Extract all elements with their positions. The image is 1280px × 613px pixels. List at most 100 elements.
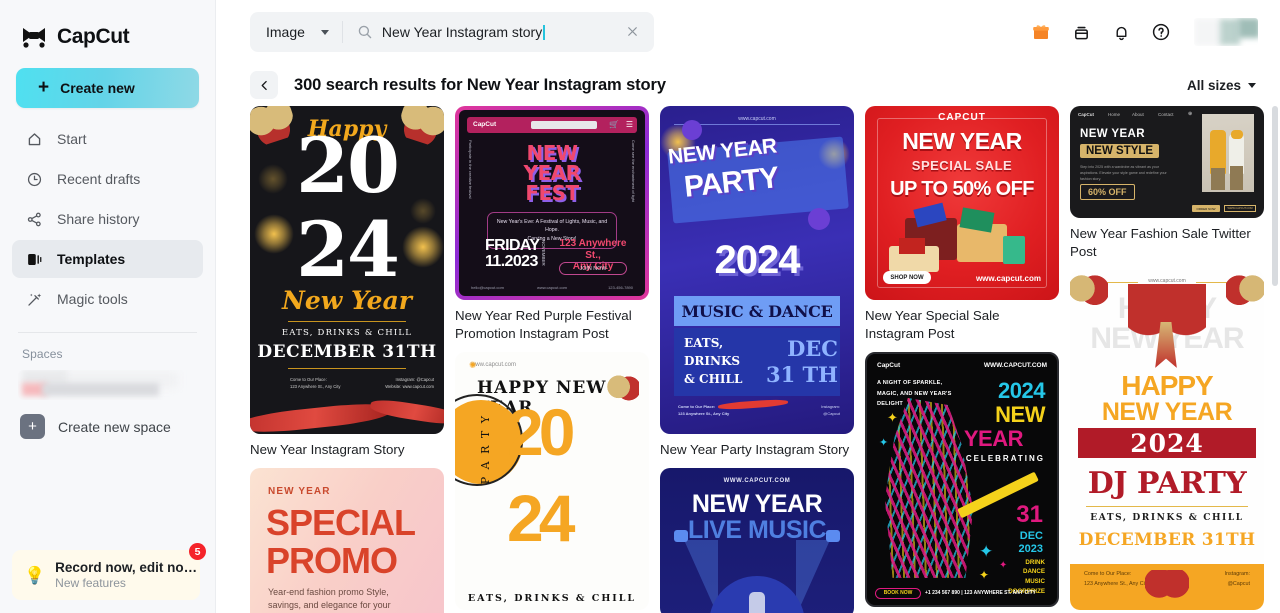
vertical-scrollbar[interactable]	[1272, 106, 1278, 286]
art-text-discount: 60% OFF	[1080, 184, 1135, 200]
main-content: Image New Year Instagram story 300 searc…	[216, 0, 1280, 613]
search-icon	[357, 24, 373, 40]
art-text-eats: EATS, DRINKS & CHILL	[467, 592, 637, 604]
art-text-new-year: NEW YEAR	[691, 489, 823, 518]
art-text-addr2: 123 Anywhere St., Any City	[290, 384, 341, 390]
templates-icon	[25, 250, 44, 269]
art-nav-contact: Contact	[1158, 112, 1174, 117]
art-text-dec: DEC	[1019, 529, 1043, 542]
brand-logo-area[interactable]: CapCut	[0, 0, 215, 56]
art-text-tag1: A NIGHT OF SPARKLE,	[877, 379, 943, 386]
sidebar-item-label: Start	[57, 131, 87, 147]
promo-badge: 5	[189, 543, 206, 560]
art-text-celebrating: CELEBRATING	[965, 453, 1045, 463]
template-card[interactable]: CapCut 🛒 ☰ NEW YEAR FEST New Year's Eve:…	[455, 106, 649, 343]
art-text-special-sale: SPECIAL SALE	[911, 158, 1013, 173]
art-text-brand: CapCut	[1078, 112, 1094, 117]
model-pants	[1211, 168, 1225, 190]
art-text-music-dance: MUSIC & DANCE	[681, 302, 833, 321]
art-text-footer: +1 234 567 890 | 123 ANYWHERE ST. ANY CI…	[925, 589, 1036, 596]
art-text-drinks: DRINKS	[684, 354, 741, 368]
art-text-addr1: 123 Anywhere St.,	[559, 238, 627, 261]
share-icon	[25, 210, 44, 229]
template-results-grid: Happy 20 24 New Year EATS, DRINKS & CHIL…	[250, 106, 1280, 613]
art-text-24: 24	[507, 480, 575, 555]
all-sizes-filter[interactable]: All sizes	[1187, 78, 1256, 93]
template-card[interactable]: www.capcut.com HAPPY NEW YEAR HAPPY NEW …	[1070, 269, 1264, 610]
template-thumbnail: NEW YEAR SPECIAL PROMO Year-end fashion …	[250, 467, 444, 613]
search-type-dropdown[interactable]: Image	[250, 21, 343, 43]
art-text-web: WWW.CAPCUT.COM	[723, 477, 791, 484]
art-text-ig1: Instagram:	[821, 404, 840, 410]
sidebar-item-share-history[interactable]: Share history	[12, 200, 203, 238]
art-text-date: DECEMBER 31TH	[1078, 529, 1256, 550]
bow-decoration	[605, 373, 639, 406]
all-sizes-label: All sizes	[1186, 77, 1241, 93]
template-card[interactable]: CapCut Home About Contact ⊕ NEW YEAR NEW…	[1070, 106, 1264, 261]
art-text-date: DECEMBER 31TH	[257, 342, 437, 362]
promo-banner[interactable]: 💡 Record now, edit no… New features 5	[12, 543, 206, 600]
chevron-down-icon	[1248, 82, 1256, 88]
ribbon-decoration	[369, 397, 444, 427]
art-cta-book-now: BOOK NOW	[875, 587, 921, 599]
template-thumbnail: www.capcut.com ✺ HAPPY NEW YEAR 20 24 P …	[455, 351, 649, 610]
create-new-space-button[interactable]: + Create new space	[0, 400, 215, 439]
sidebar-item-start[interactable]: Start	[12, 120, 203, 158]
sidebar-item-magic-tools[interactable]: Magic tools	[12, 280, 203, 318]
template-card[interactable]: CapCut WWW.CAPCUT.COM A NIGHT OF SPARKLE…	[865, 351, 1059, 607]
art-text-addr1: Come to Our Place:	[678, 404, 716, 410]
art-text-new-year: NEW YEAR	[902, 128, 1022, 154]
microphone-icon	[749, 591, 765, 613]
template-caption: New Year Fashion Sale Twitter Post	[1070, 226, 1251, 259]
star-icon: ✦	[999, 559, 1008, 571]
art-text-special: SPECIAL	[266, 501, 416, 543]
template-card[interactable]: CAPCUT NEW YEAR SPECIAL SALE UP TO 50% O…	[865, 106, 1059, 343]
sidebar-item-templates[interactable]: Templates	[12, 240, 203, 278]
clear-search-icon[interactable]	[625, 24, 640, 44]
results-header: 300 search results for New Year Instagra…	[216, 64, 1280, 106]
art-text-promo: PROMO	[266, 539, 398, 581]
template-card[interactable]: www.capcut.com NEW YEAR PARTY 2024 MUSIC…	[660, 106, 854, 459]
search-input[interactable]: New Year Instagram story	[382, 24, 545, 40]
rule	[288, 368, 406, 369]
art-text-dj-party: DJ PARTY	[1087, 465, 1247, 501]
art-nav-about: About	[1132, 112, 1144, 117]
template-card[interactable]: NEW YEAR SPECIAL PROMO Year-end fashion …	[250, 467, 444, 613]
bow-decoration	[1145, 569, 1189, 604]
circle-decoration	[808, 208, 830, 230]
back-button[interactable]	[250, 71, 278, 99]
bell-icon[interactable]	[1110, 21, 1132, 43]
template-caption: New Year Party Instagram Story	[660, 442, 850, 457]
gift-icon[interactable]	[1030, 21, 1052, 43]
art-text-addr1: Come to Our Place:	[290, 377, 327, 382]
template-card[interactable]: www.capcut.com ✺ HAPPY NEW YEAR 20 24 P …	[455, 351, 649, 610]
art-text-new: NEW	[995, 401, 1045, 427]
magic-wand-icon	[25, 290, 44, 309]
template-card[interactable]: WWW.CAPCUT.COM NEW YEAR LIVE MUSIC	[660, 467, 854, 613]
art-text-web: WWW.CAPCUT.COM	[1224, 205, 1256, 212]
art-text-web: www.capcut.com	[471, 361, 517, 368]
art-text-addr2: 123 Anywhere St., Any City	[1084, 581, 1150, 588]
promo-title: Record now, edit no…	[55, 560, 198, 575]
art-text-addr2: 123 Anywhere St., Any City	[678, 411, 730, 417]
art-text-new-year: NEW YEAR	[1080, 128, 1145, 140]
grid-column: CapCut Home About Contact ⊕ NEW YEAR NEW…	[1070, 106, 1264, 613]
help-icon[interactable]	[1150, 21, 1172, 43]
search-input-value: New Year Instagram story	[381, 24, 543, 40]
space-item-redacted[interactable]	[18, 370, 197, 400]
art-cta-shop-now: SHOP NOW	[883, 271, 931, 284]
sidebar-item-recent-drafts[interactable]: Recent drafts	[12, 160, 203, 198]
spaces-label: Spaces	[22, 347, 63, 361]
art-cta-join-now: JOIN NOW	[559, 262, 627, 275]
art-nav-home: Home	[1108, 112, 1121, 117]
top-bar: Image New Year Instagram story	[216, 0, 1280, 64]
shop-icon[interactable]	[1070, 21, 1092, 43]
circle-decoration	[682, 120, 702, 140]
create-new-button[interactable]: + Create new	[16, 68, 199, 108]
avatar[interactable]	[1194, 18, 1258, 46]
search-bar[interactable]: Image New Year Instagram story	[250, 12, 654, 52]
art-text-20: 20	[507, 394, 575, 469]
template-thumbnail: CAPCUT NEW YEAR SPECIAL SALE UP TO 50% O…	[865, 106, 1059, 300]
template-card[interactable]: Happy 20 24 New Year EATS, DRINKS & CHIL…	[250, 106, 444, 459]
art-text-dec: DEC	[787, 336, 838, 361]
